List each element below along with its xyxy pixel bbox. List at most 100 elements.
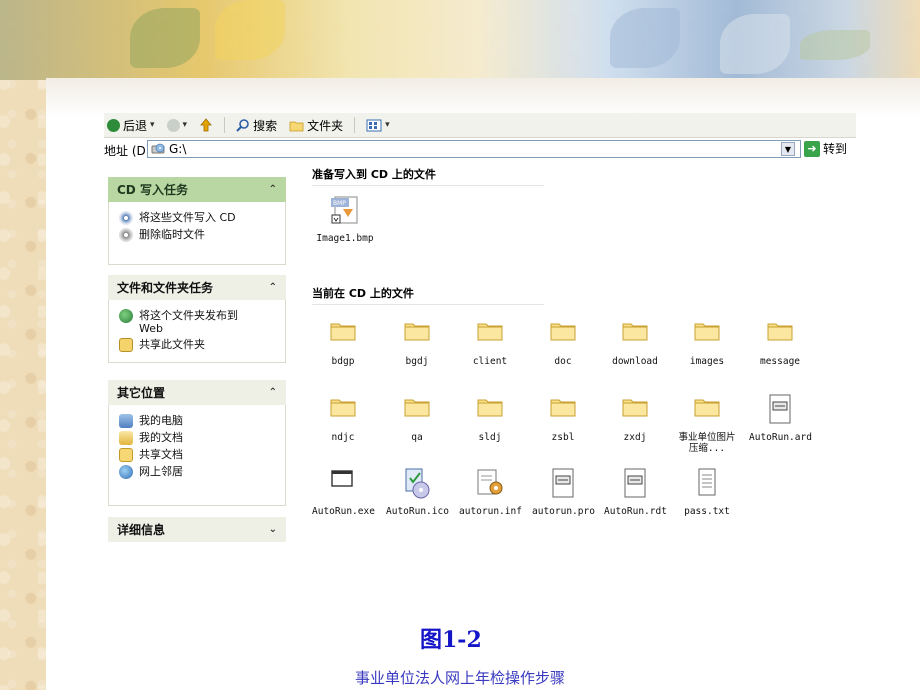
search-button[interactable]: 搜索 (233, 117, 280, 134)
cd-tasks-title: CD 写入任务 (117, 183, 188, 197)
up-folder-button[interactable] (196, 118, 216, 132)
folder-icon (596, 318, 674, 348)
views-grid-icon (366, 119, 382, 131)
file-name: pass.txt (684, 506, 730, 517)
place-network[interactable]: 网上邻居 (119, 465, 285, 479)
my-computer-icon (119, 414, 133, 428)
file-name: message (759, 356, 801, 367)
search-icon (236, 119, 249, 132)
cd-tasks-header[interactable]: CD 写入任务 ⌃ (108, 177, 286, 202)
file-item[interactable]: pass.txt (668, 468, 746, 517)
address-input[interactable]: G:\ (147, 140, 801, 158)
forward-arrow-icon (166, 118, 180, 132)
go-button[interactable]: ➜ 转到 (804, 140, 847, 157)
network-icon (119, 465, 133, 479)
shared-documents-icon (119, 448, 133, 462)
pro-file-icon (524, 468, 602, 498)
address-dropdown-button[interactable]: ▼ (781, 142, 795, 156)
cd-tasks-panel: CD 写入任务 ⌃ 将这些文件写入 CD 删除临时文件 (108, 177, 286, 265)
explorer-toolbar: 后退 ▾ ▾ 搜索 文件夹 ▾ (104, 113, 856, 138)
go-arrow-icon: ➜ (804, 140, 820, 157)
leaf-decoration (720, 14, 790, 74)
ready-file-item[interactable]: BMP Image1.bmp (306, 195, 384, 244)
address-label: 地址 (D) (104, 143, 151, 158)
task-write-to-cd[interactable]: 将这些文件写入 CD (119, 211, 285, 225)
go-label: 转到 (823, 142, 848, 156)
place-my-computer[interactable]: 我的电脑 (119, 414, 285, 428)
collapse-icon: ⌃ (268, 184, 277, 195)
up-arrow-icon (200, 118, 212, 132)
file-item[interactable]: autorun.pro (524, 468, 602, 517)
cd-tasks-body: 将这些文件写入 CD 删除临时文件 (108, 202, 286, 265)
back-label: 后退 (123, 118, 148, 133)
folder-item[interactable]: zsbl (524, 394, 602, 443)
page-footer: 事业单位法人网上年检操作步骤 (354, 669, 565, 687)
leaf-decoration (130, 8, 200, 68)
folder-item[interactable]: bgdj (378, 318, 456, 367)
file-item[interactable]: AutoRun.ico (378, 468, 456, 517)
folder-icon (668, 394, 746, 424)
folder-item[interactable]: sldj (451, 394, 529, 443)
my-documents-icon (119, 431, 133, 445)
file-name: autorun.pro (532, 506, 595, 517)
ard-file-icon (741, 394, 819, 424)
rdt-file-icon (596, 468, 674, 498)
place-label: 我的电脑 (139, 414, 183, 427)
folder-item[interactable]: client (451, 318, 529, 367)
file-item[interactable]: AutoRun.ard (741, 394, 819, 443)
file-item[interactable]: AutoRun.rdt (596, 468, 674, 517)
address-value: G:\ (169, 142, 187, 156)
folder-icon (304, 318, 382, 348)
details-header[interactable]: 详细信息 ⌄ (108, 517, 286, 542)
search-label: 搜索 (253, 118, 278, 133)
address-bar: 地址 (D) G:\ ▼ ➜ 转到 (104, 140, 856, 160)
task-label: 将这些文件写入 CD (139, 211, 236, 224)
file-name: download (612, 356, 658, 367)
folder-item[interactable]: 事业单位图片压缩... (668, 394, 746, 454)
folder-icon (451, 318, 529, 348)
place-my-documents[interactable]: 我的文档 (119, 431, 285, 445)
file-name: AutoRun.ard (749, 432, 812, 443)
folder-item[interactable]: ndjc (304, 394, 382, 443)
file-item[interactable]: AutoRun.exe (304, 468, 382, 517)
chevron-down-icon: ▾ (385, 120, 390, 130)
file-name: AutoRun.exe (312, 506, 375, 517)
file-name: client (472, 356, 508, 367)
folder-item[interactable]: download (596, 318, 674, 367)
folder-item[interactable]: zxdj (596, 394, 674, 443)
folder-icon (668, 318, 746, 348)
file-name: bdgp (331, 356, 355, 367)
svg-text:BMP: BMP (333, 200, 346, 207)
task-publish-web[interactable]: 将这个文件夹发布到 Web (119, 309, 285, 335)
task-label: 将这个文件夹发布到 Web (139, 309, 238, 335)
folder-item[interactable]: doc (524, 318, 602, 367)
folders-button[interactable]: 文件夹 (286, 117, 346, 134)
folder-item[interactable]: bdgp (304, 318, 382, 367)
file-name: AutoRun.ico (386, 506, 449, 517)
file-tasks-header[interactable]: 文件和文件夹任务 ⌃ (108, 275, 286, 300)
back-button[interactable]: 后退 ▾ (104, 117, 158, 134)
file-item[interactable]: autorun.inf (451, 468, 529, 517)
file-name: zsbl (551, 432, 575, 443)
file-name: Image1.bmp (316, 233, 374, 244)
other-places-title: 其它位置 (117, 386, 166, 400)
file-name: doc (554, 356, 572, 367)
task-share-folder[interactable]: 共享此文件夹 (119, 338, 285, 352)
folder-item[interactable]: message (741, 318, 819, 367)
place-shared-documents[interactable]: 共享文档 (119, 448, 285, 462)
forward-button[interactable]: ▾ (164, 118, 191, 132)
views-button[interactable]: ▾ (363, 119, 393, 132)
exe-file-icon (304, 468, 382, 498)
file-name: zxdj (623, 432, 647, 443)
file-tasks-body: 将这个文件夹发布到 Web 共享此文件夹 (108, 300, 286, 363)
chevron-down-icon: ▼ (784, 144, 792, 154)
details-panel: 详细信息 ⌄ (108, 517, 286, 542)
toolbar-divider (354, 117, 356, 133)
folder-item[interactable]: qa (378, 394, 456, 443)
other-places-header[interactable]: 其它位置 ⌃ (108, 380, 286, 405)
chevron-down-icon: ▾ (150, 120, 155, 130)
expand-icon: ⌄ (268, 524, 277, 535)
file-name: sldj (478, 432, 502, 443)
task-delete-temp[interactable]: 删除临时文件 (119, 228, 285, 242)
folder-item[interactable]: images (668, 318, 746, 367)
